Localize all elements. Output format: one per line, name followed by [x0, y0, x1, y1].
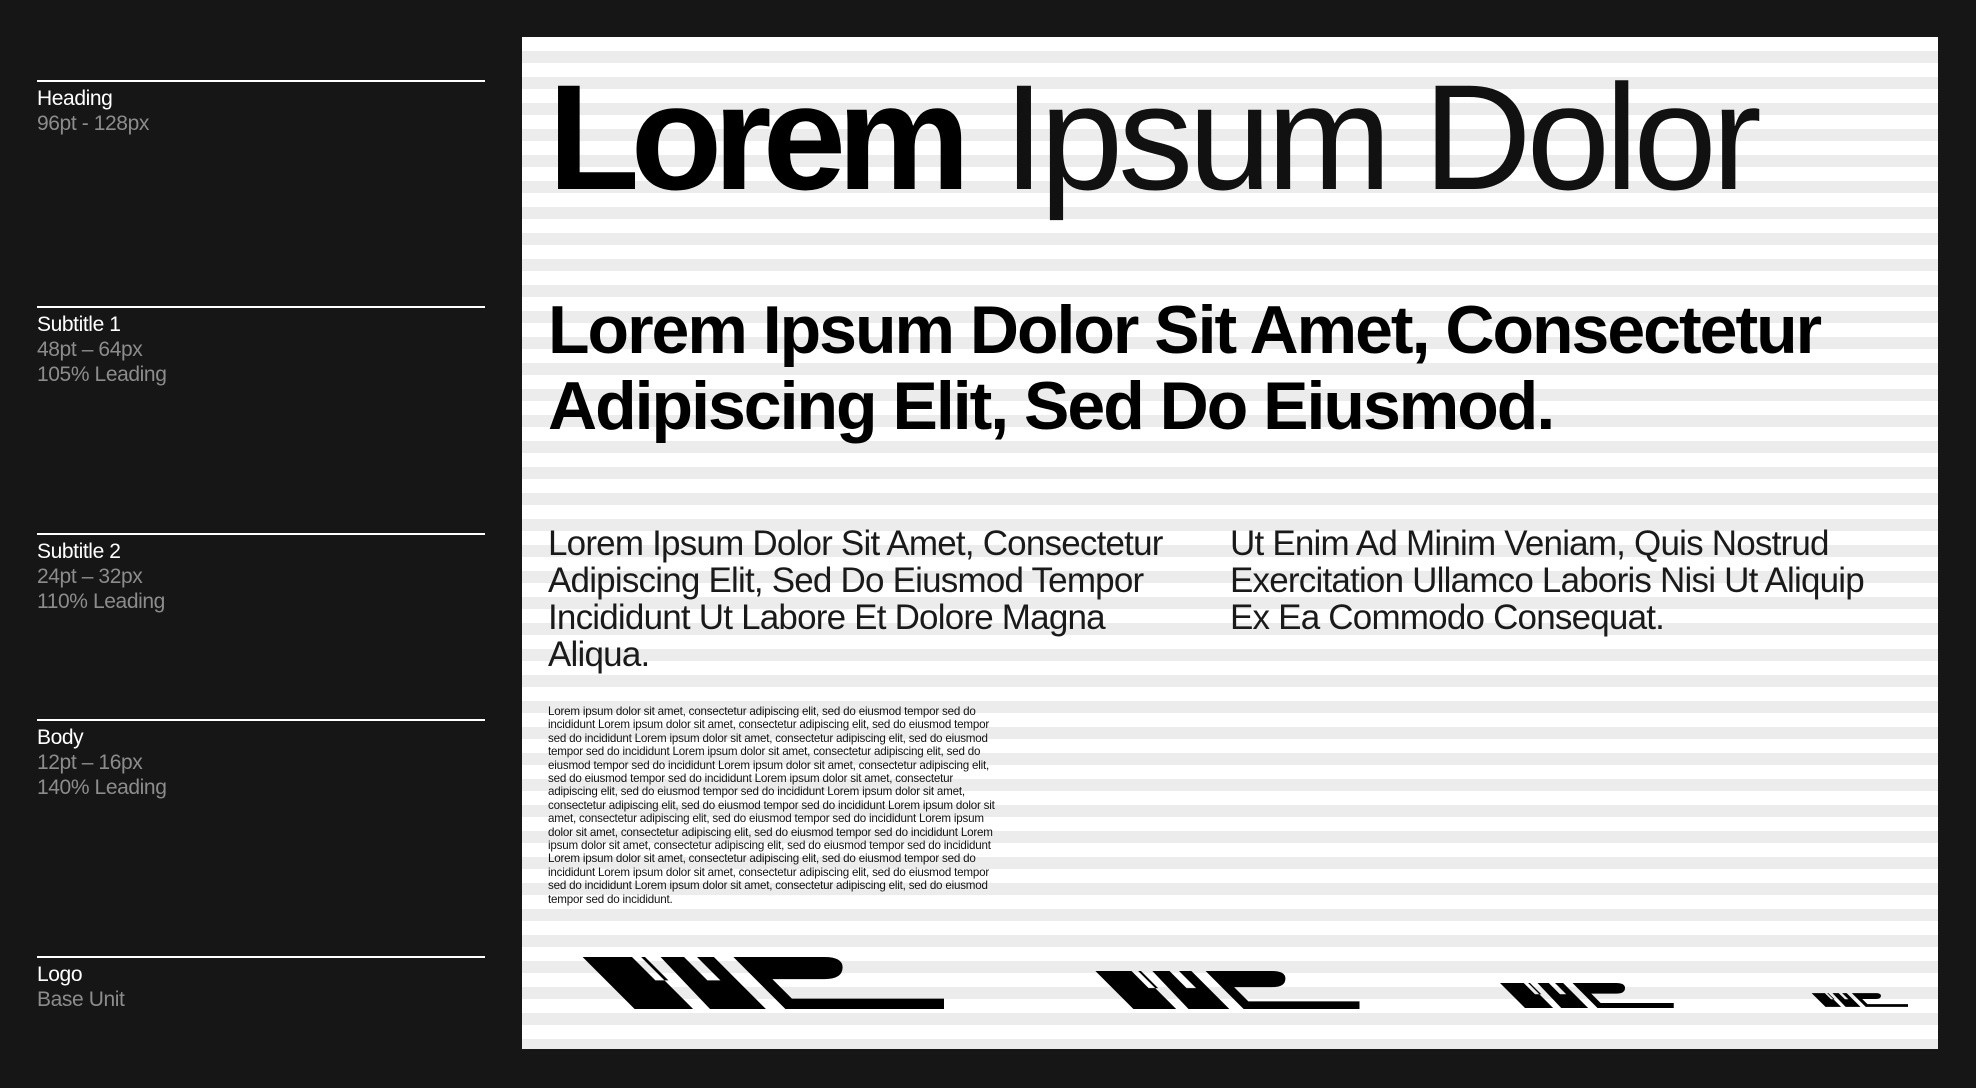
spec-subtitle-2: Subtitle 2 24pt – 32px 110% Leading	[37, 533, 485, 614]
specimen-subtitle-2-left: Lorem Ipsum Dolor Sit Amet, Consectetur …	[548, 524, 1163, 674]
specimen-heading-light: Ipsum Dolor	[1003, 53, 1762, 221]
specimen-subtitle-1: Lorem Ipsum Dolor Sit Amet, Consectetur …	[548, 292, 1822, 444]
wpa-logo-icon	[1486, 983, 1674, 1008]
wpa-logo-icon	[554, 957, 944, 1009]
spec-logo-unit: Base Unit	[37, 988, 125, 1011]
specimen-heading-bold: Lorem	[548, 53, 970, 221]
specimen-subtitle-2-right: Ut Enim Ad Minim Veniam, Quis Nostrud Ex…	[1230, 524, 1865, 637]
wpa-logo-icon	[1074, 971, 1360, 1009]
spec-subtitle-2-leading: 110% Leading	[37, 590, 165, 613]
type-specimen-card: Lorem Ipsum Dolor Lorem Ipsum Dolor Sit …	[522, 37, 1938, 1049]
spec-subtitle-1-leading: 105% Leading	[37, 363, 167, 386]
spec-logo: Logo Base Unit	[37, 956, 485, 1012]
spec-heading: Heading 96pt - 128px	[37, 80, 485, 136]
spec-body: Body 12pt – 16px 140% Leading	[37, 719, 485, 800]
spec-subtitle-1-size: 48pt – 64px	[37, 338, 143, 361]
spec-body-label: Body	[37, 726, 84, 749]
spec-subtitle-2-size: 24pt – 32px	[37, 565, 143, 588]
spec-body-leading: 140% Leading	[37, 776, 167, 799]
spec-logo-label: Logo	[37, 963, 83, 986]
wpa-logo-icon	[1804, 993, 1908, 1007]
spec-heading-size: 96pt - 128px	[37, 112, 149, 135]
spec-body-size: 12pt – 16px	[37, 751, 143, 774]
spec-subtitle-1-label: Subtitle 1	[37, 313, 121, 336]
spec-subtitle-1: Subtitle 1 48pt – 64px 105% Leading	[37, 306, 485, 387]
spec-heading-label: Heading	[37, 87, 113, 110]
specimen-heading: Lorem Ipsum Dolor	[548, 47, 1762, 227]
specimen-body-text: Lorem ipsum dolor sit amet, consectetur …	[548, 705, 995, 906]
spec-subtitle-2-label: Subtitle 2	[37, 540, 121, 563]
